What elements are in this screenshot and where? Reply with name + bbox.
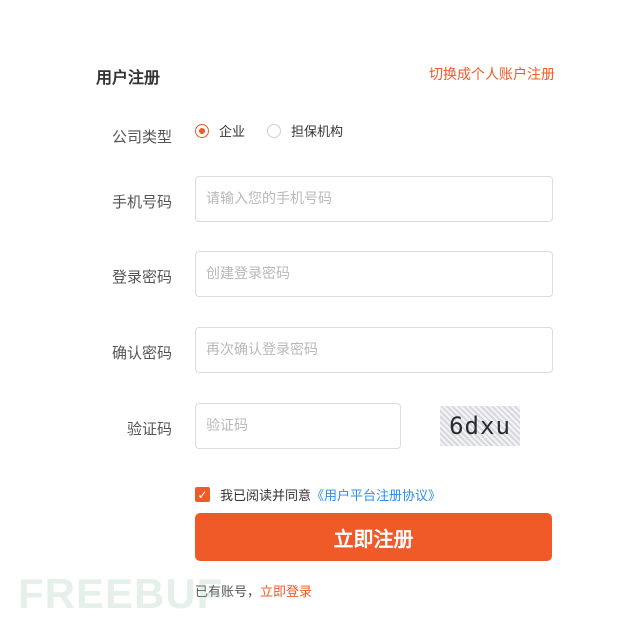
page-title: 用户注册 xyxy=(96,68,161,87)
radio-checked-icon xyxy=(195,123,209,138)
switch-to-personal-link[interactable]: 切换成个人账户注册 xyxy=(429,64,555,84)
agreement-text: 我已阅读并同意 xyxy=(220,489,312,504)
agreement-checkbox[interactable]: ✓ xyxy=(195,487,210,502)
checkmark-icon: ✓ xyxy=(197,487,208,502)
register-page: 用户注册 切换成个人账户注册 公司类型 企业 担保机构 手机号码 登录密码 确认… xyxy=(0,0,627,622)
agreement-link[interactable]: 《用户平台注册协议》 xyxy=(311,489,441,504)
company-type-label: 公司类型 xyxy=(111,128,172,146)
password-field xyxy=(195,251,553,297)
phone-input[interactable] xyxy=(196,191,552,207)
freebuf-watermark: FREEBUF xyxy=(18,570,224,617)
confirm-password-input[interactable] xyxy=(196,342,552,358)
radio-enterprise-label: 企业 xyxy=(219,125,246,140)
radio-guarantee-agency[interactable]: 担保机构 xyxy=(267,121,343,140)
captcha-label: 验证码 xyxy=(126,420,172,438)
radio-guarantee-agency-label: 担保机构 xyxy=(291,125,344,140)
confirm-password-label: 确认密码 xyxy=(111,344,172,362)
captcha-image-text: 6dxu xyxy=(449,412,511,440)
confirm-password-field xyxy=(195,327,553,373)
register-submit-button[interactable]: 立即注册 xyxy=(195,513,552,561)
radio-unchecked-icon xyxy=(267,123,282,138)
agreement-row: ✓ 我已阅读并同意《用户平台注册协议》 xyxy=(195,485,441,504)
password-input[interactable] xyxy=(196,266,552,282)
radio-enterprise[interactable]: 企业 xyxy=(195,121,245,140)
password-label: 登录密码 xyxy=(111,268,172,286)
company-type-radio-group: 企业 担保机构 xyxy=(195,121,343,140)
captcha-image[interactable]: 6dxu xyxy=(440,406,520,446)
phone-label: 手机号码 xyxy=(111,193,172,211)
phone-field xyxy=(195,176,553,222)
captcha-input[interactable] xyxy=(196,418,400,434)
captcha-field xyxy=(195,403,401,449)
login-link[interactable]: 立即登录 xyxy=(260,585,312,600)
